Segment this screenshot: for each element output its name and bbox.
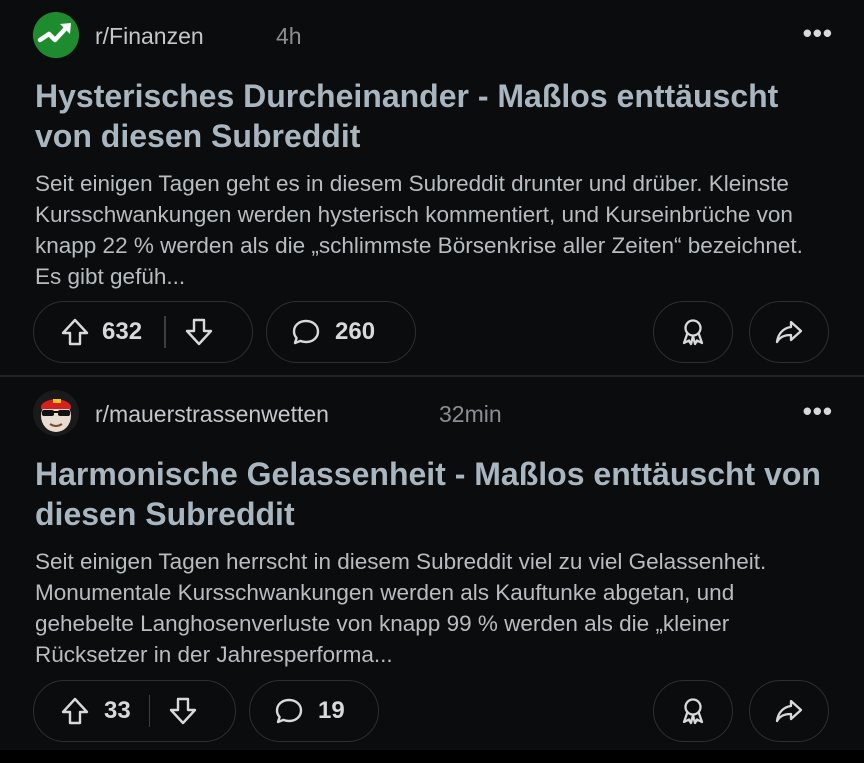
award-button[interactable] [653,680,733,742]
vote-bar: 33 [33,680,236,742]
post-body[interactable]: Seit einigen Tagen herrscht in diesem Su… [35,546,835,670]
comment-count: 260 [335,318,376,345]
share-button[interactable] [749,301,829,363]
share-icon [774,696,804,726]
upvote-icon[interactable] [60,696,90,726]
upvote-count: 632 [102,318,143,345]
post-header: r/Finanzen 4h ••• [33,12,833,58]
subreddit-avatar[interactable] [33,12,79,58]
award-icon [678,317,708,347]
post-time: 4h [276,23,302,49]
post-card[interactable]: r/mauerstrassenwetten 32min ••• Harmonis… [0,377,864,750]
bottom-edge [0,750,864,763]
subreddit-name[interactable]: r/Finanzen [95,23,204,50]
comment-bubble-icon [291,317,321,347]
award-icon [678,696,708,726]
trending-up-icon [33,12,79,58]
comments-button[interactable]: 19 [249,680,379,742]
comment-count: 19 [318,697,345,724]
vote-divider [164,316,166,348]
upvote-count: 33 [104,697,131,724]
share-button[interactable] [749,680,829,742]
comment-bubble-icon [274,696,304,726]
more-horizontal-icon[interactable]: ••• [803,396,833,427]
downvote-icon[interactable] [168,696,198,726]
comments-button[interactable]: 260 [266,301,416,363]
vote-divider [148,695,151,727]
post-title[interactable]: Harmonische Gelassenheit - Maßlos enttäu… [35,454,835,534]
post-header: r/mauerstrassenwetten 32min ••• [33,390,833,436]
post-card[interactable]: r/Finanzen 4h ••• Hysterisches Durcheina… [0,0,864,376]
post-title[interactable]: Hysterisches Durcheinander - Maßlos entt… [35,76,835,156]
sunglasses-face-icon [33,390,79,436]
share-icon [774,317,804,347]
more-horizontal-icon[interactable]: ••• [803,18,833,49]
subreddit-name[interactable]: r/mauerstrassenwetten [95,401,329,428]
vote-bar: 632 [33,301,253,363]
subreddit-avatar[interactable] [33,390,79,436]
post-body[interactable]: Seit einigen Tagen geht es in diesem Sub… [35,168,835,292]
post-time: 32min [439,401,502,427]
upvote-icon[interactable] [60,317,90,347]
award-button[interactable] [653,301,733,363]
downvote-icon[interactable] [184,317,214,347]
